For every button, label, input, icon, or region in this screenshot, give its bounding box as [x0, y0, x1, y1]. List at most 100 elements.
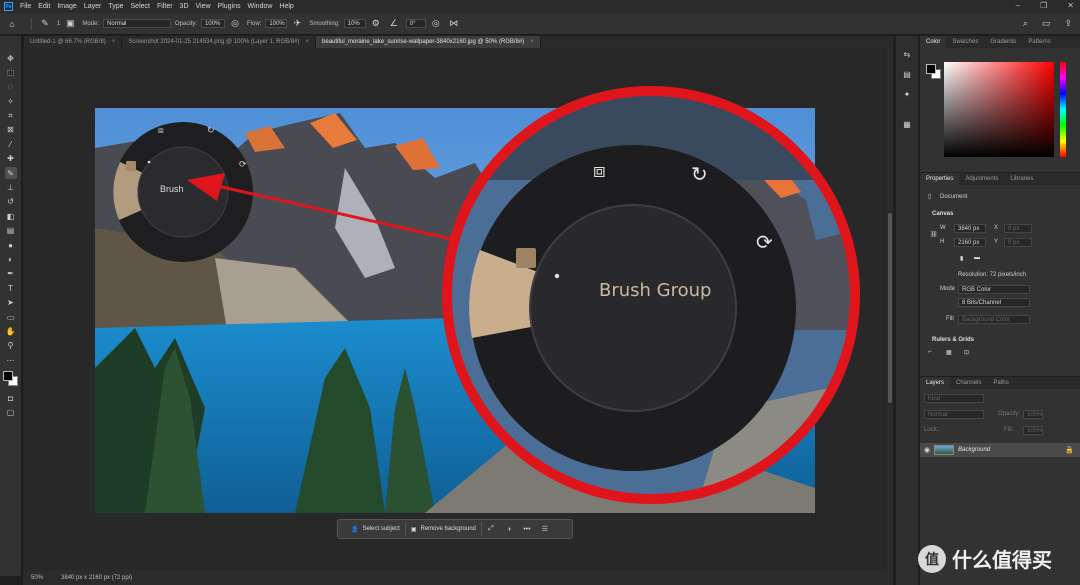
rulers-grids-title[interactable]: Rulers & Grids [932, 337, 974, 343]
menu-type[interactable]: Type [108, 3, 123, 10]
tab-patterns[interactable]: Patterns [1022, 36, 1056, 48]
pen-tool-icon[interactable]: ✒ [5, 268, 17, 280]
height-field[interactable]: 2160 px [954, 238, 986, 247]
layers-icon-large[interactable]: ⧈ [593, 160, 606, 183]
symmetry-icon[interactable]: ⋈ [448, 18, 460, 30]
frame-tool-icon[interactable]: ⊠ [5, 124, 17, 136]
y-field[interactable]: 0 px [1004, 238, 1032, 247]
brush-settings-icon[interactable]: ▣ [64, 18, 76, 30]
adjustment-icon[interactable]: ◑ [500, 522, 518, 536]
lasso-tool-icon[interactable]: ◌ [5, 81, 17, 93]
menu-layer[interactable]: Layer [84, 3, 102, 10]
canvas-area[interactable]: Brush ⧈ ↻ ⟳ Brush Group ⧈ ↻ ⟳ [23, 48, 887, 570]
history-brush-tool-icon[interactable]: ↺ [5, 196, 17, 208]
layer-filter-kind[interactable]: Kind [924, 394, 984, 403]
grid-icon[interactable]: ▦ [946, 349, 952, 356]
path-select-tool-icon[interactable]: ➤ [5, 297, 17, 309]
screen-mode-icon[interactable]: ▢ [5, 407, 17, 419]
menu-file[interactable]: File [20, 3, 31, 10]
maximize-icon[interactable]: ❐ [1040, 1, 1047, 10]
menu-filter[interactable]: Filter [157, 3, 173, 10]
orientation-landscape-icon[interactable]: ▬ [974, 255, 980, 261]
stamp-tool-icon[interactable]: ⊥ [5, 182, 17, 194]
brush-icon[interactable]: ✎ [39, 18, 51, 30]
layer-row-background[interactable]: ◉ Background 🔒 [920, 443, 1080, 457]
guides-icon[interactable]: ⊡ [964, 349, 969, 356]
flip-icon-large[interactable]: ⟳ [756, 230, 773, 255]
more-options-icon[interactable]: ••• [518, 522, 536, 536]
quick-mask-icon[interactable]: ◘ [5, 393, 17, 405]
tab-swatches[interactable]: Swatches [946, 36, 984, 48]
layer-opacity-field[interactable]: 100% [1023, 410, 1043, 419]
workspace-icon[interactable]: ▭ [1042, 18, 1051, 29]
menu-window[interactable]: Window [248, 3, 273, 10]
visibility-eye-icon[interactable]: ◉ [924, 446, 930, 454]
eraser-tool-icon[interactable]: ◧ [5, 210, 17, 222]
menu-help[interactable]: Help [279, 3, 293, 10]
angle-field[interactable]: 0° [405, 19, 426, 28]
hand-tool-icon[interactable]: ✋ [5, 325, 17, 337]
tab-paths[interactable]: Paths [987, 377, 1014, 389]
settings-sliders-icon[interactable]: ☰ [536, 522, 554, 536]
menu-3d[interactable]: 3D [180, 3, 189, 10]
rotate-icon-large[interactable]: ↻ [691, 162, 708, 187]
type-tool-icon[interactable]: T [5, 282, 17, 294]
gear-icon[interactable]: ⚙ [370, 18, 382, 30]
close-tab-icon[interactable]: × [530, 39, 534, 45]
layers-icon[interactable]: ⧈ [158, 125, 164, 136]
tab-channels[interactable]: Channels [950, 377, 987, 389]
scrollbar-thumb[interactable] [888, 213, 892, 403]
menu-select[interactable]: Select [131, 3, 150, 10]
dodge-tool-icon[interactable]: ◐ [5, 253, 17, 265]
crop-tool-icon[interactable]: ⌗ [5, 110, 17, 122]
canvas-section-title[interactable]: Canvas [932, 211, 953, 217]
layer-fill-field[interactable]: 100% [1023, 426, 1043, 435]
menu-image[interactable]: Image [57, 3, 76, 10]
close-tab-icon[interactable]: × [112, 39, 116, 45]
zoom-tool-icon[interactable]: ⚲ [5, 340, 17, 352]
fill-select[interactable]: Background Color [958, 315, 1030, 324]
image-panel-icon[interactable]: ▦ [901, 118, 913, 130]
tab-moraine-lake[interactable]: beautiful_moraine_lake_sunrise-wallpaper… [316, 36, 541, 48]
smoothing-field[interactable]: 10% [343, 19, 366, 28]
tab-color[interactable]: Color [920, 36, 947, 48]
foreground-color[interactable] [2, 370, 13, 381]
healing-tool-icon[interactable]: ✚ [5, 153, 17, 165]
eyedropper-tool-icon[interactable]: ⁄ [5, 138, 17, 150]
close-tab-icon[interactable]: × [306, 39, 310, 45]
learn-panel-icon[interactable]: ✦ [901, 88, 913, 100]
mode-select[interactable]: Normal [103, 19, 172, 28]
rotate-icon[interactable]: ↻ [207, 125, 215, 136]
marquee-tool-icon[interactable]: ⬚ [5, 66, 17, 78]
width-field[interactable]: 3840 px [954, 224, 986, 233]
remove-background-button[interactable]: ▣ Remove background [406, 522, 482, 536]
more-tools-icon[interactable]: ⋯ [5, 354, 17, 366]
x-field[interactable]: 0 px [1004, 224, 1032, 233]
link-icon[interactable]: ⛓ [930, 231, 938, 238]
search-icon[interactable]: ⌕ [1023, 18, 1028, 29]
color-swatches[interactable] [2, 370, 19, 387]
layer-blend-mode[interactable]: Normal [924, 410, 984, 419]
blur-tool-icon[interactable]: ● [5, 239, 17, 251]
minimize-icon[interactable]: – [1016, 1, 1020, 10]
menu-edit[interactable]: Edit [38, 3, 50, 10]
transform-icon[interactable]: ⤢ [482, 522, 500, 536]
pressure-size-icon[interactable]: ◎ [430, 18, 442, 30]
vertical-scrollbar[interactable] [887, 48, 893, 570]
share-icon[interactable]: ⇪ [1064, 18, 1072, 29]
flip-icon[interactable]: ⟳ [239, 159, 247, 170]
brush-tool-icon[interactable]: ✎ [4, 167, 17, 180]
menu-plugins[interactable]: Plugins [218, 3, 241, 10]
hue-slider[interactable] [1060, 62, 1066, 157]
quick-select-tool-icon[interactable]: ✧ [5, 95, 17, 107]
menu-view[interactable]: View [196, 3, 211, 10]
gradient-tool-icon[interactable]: ▤ [5, 225, 17, 237]
tab-adjustments[interactable]: Adjustments [959, 173, 1004, 185]
color-picker-field[interactable] [944, 62, 1054, 157]
bit-depth-select[interactable]: 8 Bits/Channel [958, 298, 1030, 307]
select-subject-button[interactable]: 👤 Select subject [346, 522, 406, 536]
close-icon[interactable]: ✕ [1067, 1, 1074, 10]
tab-gradients[interactable]: Gradients [984, 36, 1022, 48]
flow-field[interactable]: 100% [265, 19, 288, 28]
tab-layers[interactable]: Layers [920, 377, 951, 389]
